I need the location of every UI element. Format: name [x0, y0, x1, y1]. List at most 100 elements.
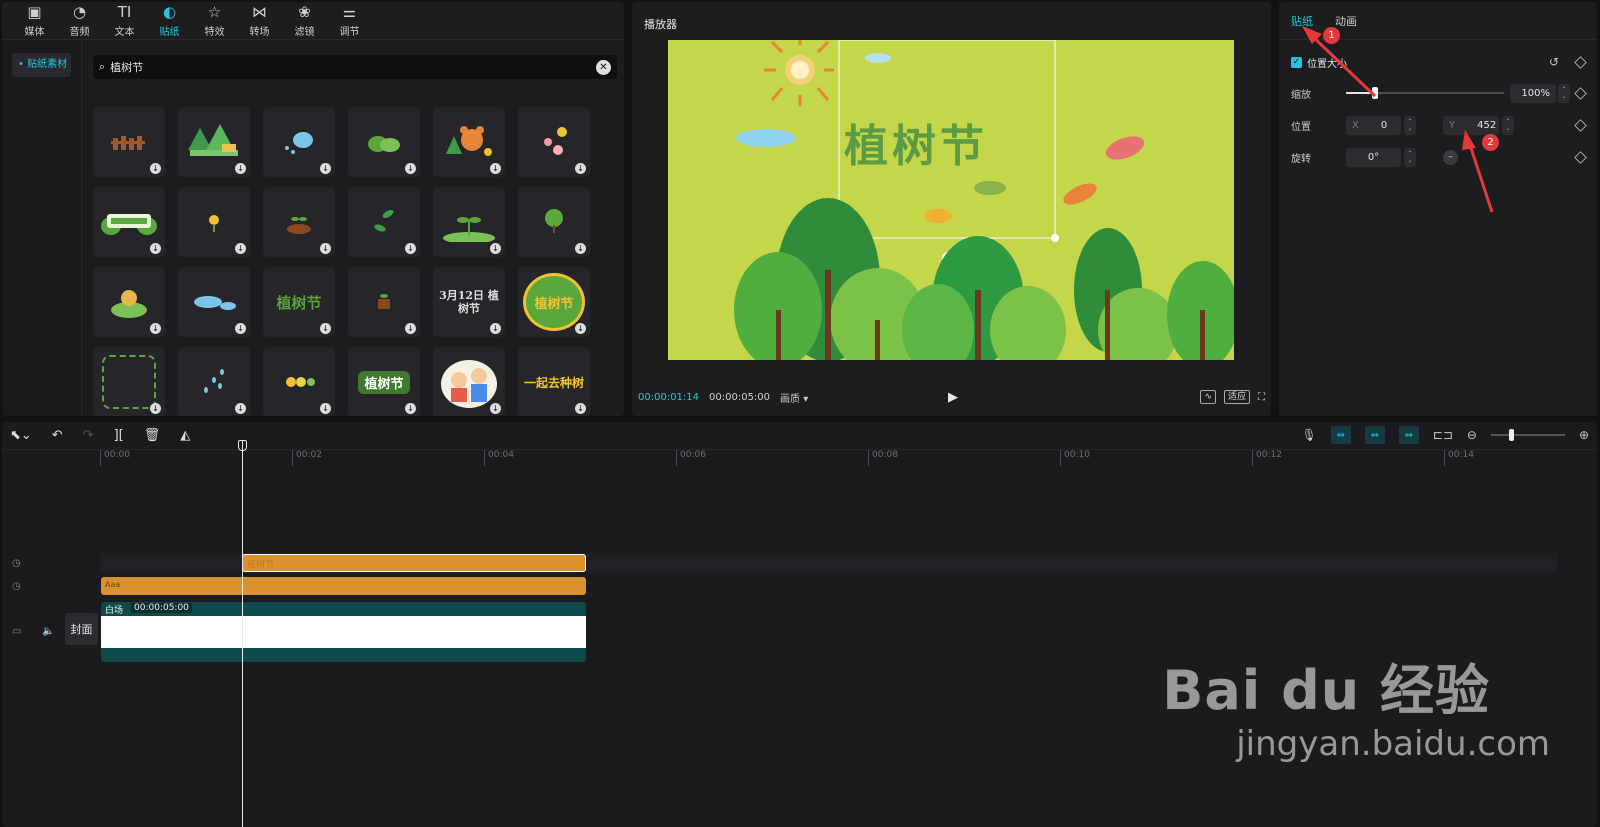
rotation-dial-icon[interactable]: – — [1443, 149, 1458, 165]
download-icon[interactable]: ↓ — [150, 243, 161, 254]
zoom-slider[interactable] — [1490, 429, 1565, 441]
tool-media[interactable]: ▣ 媒体 — [12, 2, 57, 39]
sticker-bear-bush[interactable]: ↓ — [93, 267, 165, 337]
tool-effects[interactable]: ☆ 特效 — [192, 2, 237, 39]
tool-audio[interactable]: ◔ 音频 — [57, 2, 102, 39]
preview-axis-icon[interactable]: ⊏⊐ — [1433, 428, 1453, 442]
download-icon[interactable]: ↓ — [235, 403, 246, 414]
play-button[interactable]: ▶ — [948, 390, 958, 405]
keyframe-icon[interactable] — [1574, 118, 1587, 132]
download-icon[interactable]: ↓ — [575, 243, 586, 254]
sticker-coins[interactable]: ↓ — [263, 347, 335, 416]
split-icon[interactable]: ][ — [114, 428, 124, 443]
search-bar[interactable]: ⌕ 植树节 ✕ — [93, 55, 617, 79]
download-icon[interactable]: ↓ — [405, 403, 416, 414]
download-icon[interactable]: ↓ — [320, 323, 331, 334]
download-icon[interactable]: ↓ — [235, 243, 246, 254]
sticker-bear-tree[interactable]: ↓ — [433, 107, 505, 177]
download-icon[interactable]: ↓ — [405, 323, 416, 334]
sticker-leaf-frame[interactable]: ↓ — [93, 347, 165, 416]
track-lock-icon[interactable]: ◷ — [12, 558, 21, 569]
mirror-icon[interactable]: ◭ — [180, 428, 190, 443]
fit-button[interactable]: 适应 — [1223, 390, 1250, 404]
download-icon[interactable]: ↓ — [575, 403, 586, 414]
sticker-fence[interactable]: ↓ — [93, 107, 165, 177]
timeline-ruler[interactable]: 00:00 00:02 00:04 00:06 00:08 00:10 00:1… — [100, 450, 1597, 466]
sticker-sprout-hill[interactable]: ↓ — [433, 187, 505, 257]
delete-icon[interactable]: 🗑 — [144, 428, 161, 443]
sticker-pot[interactable]: ↓ — [348, 267, 420, 337]
sticker-small-tree[interactable]: ↓ — [518, 187, 590, 257]
snap-icon[interactable]: ⇔ — [1398, 426, 1419, 444]
position-y-field[interactable]: Y 452 — [1443, 115, 1499, 135]
sticker-clip[interactable]: 植树节 — [242, 554, 586, 572]
scale-stepper[interactable]: ⌃ ⌄ — [1558, 83, 1570, 103]
download-icon[interactable]: ↓ — [490, 163, 501, 174]
keyframe-icon[interactable] — [1574, 150, 1587, 164]
keyframe-icon[interactable] — [1574, 55, 1587, 69]
tab-sticker[interactable]: 贴纸 — [1291, 13, 1313, 29]
sticker-bird[interactable]: ↓ — [263, 107, 335, 177]
download-icon[interactable]: ↓ — [320, 243, 331, 254]
download-icon[interactable]: ↓ — [150, 163, 161, 174]
download-icon[interactable]: ↓ — [150, 403, 161, 414]
position-size-checkbox[interactable]: ✓ — [1291, 56, 1302, 68]
scale-field[interactable]: 100% — [1510, 83, 1556, 103]
scale-slider[interactable] — [1346, 87, 1504, 99]
main-video-clip[interactable]: 白场 00:00:05:00 — [101, 602, 586, 662]
download-icon[interactable]: ↓ — [490, 403, 501, 414]
rotation-field[interactable]: 0° — [1346, 147, 1401, 167]
tool-adjust[interactable]: ⚌ 调节 — [327, 2, 372, 39]
video-track-icon[interactable]: ▭ — [12, 626, 21, 637]
zoom-knob[interactable] — [1508, 429, 1514, 441]
download-icon[interactable]: ↓ — [405, 163, 416, 174]
download-icon[interactable]: ↓ — [490, 243, 501, 254]
sticker-trees[interactable]: ↓ — [178, 107, 250, 177]
zoom-in-icon[interactable]: ⊕ — [1579, 428, 1589, 442]
preview-canvas[interactable]: 植树节 — [668, 40, 1234, 360]
sticker-small-flower[interactable]: ↓ — [178, 187, 250, 257]
tool-filter[interactable]: ❀ 滤镜 — [282, 2, 327, 39]
sticker-bush[interactable]: ↓ — [348, 107, 420, 177]
quality-dropdown[interactable]: 画质 ▾ — [780, 390, 808, 405]
sticker-text-green[interactable]: 植树节 ↓ — [348, 347, 420, 416]
download-icon[interactable]: ↓ — [575, 163, 586, 174]
download-icon[interactable]: ↓ — [405, 243, 416, 254]
sticker-flowers[interactable]: ↓ — [518, 107, 590, 177]
position-x-field[interactable]: X0 — [1346, 115, 1401, 135]
microphone-icon[interactable]: 🎙 — [1302, 428, 1317, 442]
search-input[interactable]: 植树节 — [110, 59, 143, 75]
tab-animation[interactable]: 动画 — [1335, 13, 1357, 29]
link-main-track-icon[interactable]: ⇔ — [1330, 426, 1351, 444]
keyframe-icon[interactable] — [1574, 86, 1587, 100]
text-clip[interactable]: Aaa — [101, 577, 586, 595]
sidebar-item-sticker-assets[interactable]: • 贴纸素材 — [12, 53, 71, 77]
tool-transition[interactable]: ⋈ 转场 — [237, 2, 282, 39]
x-stepper[interactable]: ⌃ ⌄ — [1404, 115, 1416, 135]
sticker-text-plant-together[interactable]: 一起去种树 ↓ — [518, 347, 590, 416]
download-icon[interactable]: ↓ — [150, 323, 161, 334]
sticker-clouds[interactable]: ↓ — [178, 267, 250, 337]
download-icon[interactable]: ↓ — [235, 323, 246, 334]
zoom-out-icon[interactable]: ⊖ — [1467, 428, 1477, 442]
sticker-text-zhishujie[interactable]: 植树节 ↓ — [263, 267, 335, 337]
sticker-text-badge[interactable]: 植树节 ↓ — [518, 267, 590, 337]
select-tool-icon[interactable]: ⬉⌄ — [10, 428, 32, 443]
tool-sticker[interactable]: ◐ 贴纸 — [147, 2, 192, 39]
sticker-leaves[interactable]: ↓ — [348, 187, 420, 257]
mute-icon[interactable]: 🔈 — [42, 626, 54, 637]
scale-slider-knob[interactable] — [1372, 87, 1378, 99]
download-icon[interactable]: ↓ — [320, 403, 331, 414]
fullscreen-icon[interactable]: ⛶ — [1258, 392, 1265, 403]
sticker-kids[interactable]: ↓ — [433, 347, 505, 416]
download-icon[interactable]: ↓ — [575, 323, 586, 334]
tool-text[interactable]: TI 文本 — [102, 2, 147, 39]
download-icon[interactable]: ↓ — [235, 163, 246, 174]
sticker-raindrops[interactable]: ↓ — [178, 347, 250, 416]
undo-icon[interactable]: ↶ — [52, 428, 63, 443]
reset-icon[interactable]: ↺ — [1549, 55, 1559, 69]
sticker-text-date[interactable]: 3月12日 植树节 ↓ — [433, 267, 505, 337]
download-icon[interactable]: ↓ — [490, 323, 501, 334]
playhead[interactable] — [242, 440, 243, 827]
rotation-stepper[interactable]: ⌃ ⌄ — [1404, 147, 1416, 167]
